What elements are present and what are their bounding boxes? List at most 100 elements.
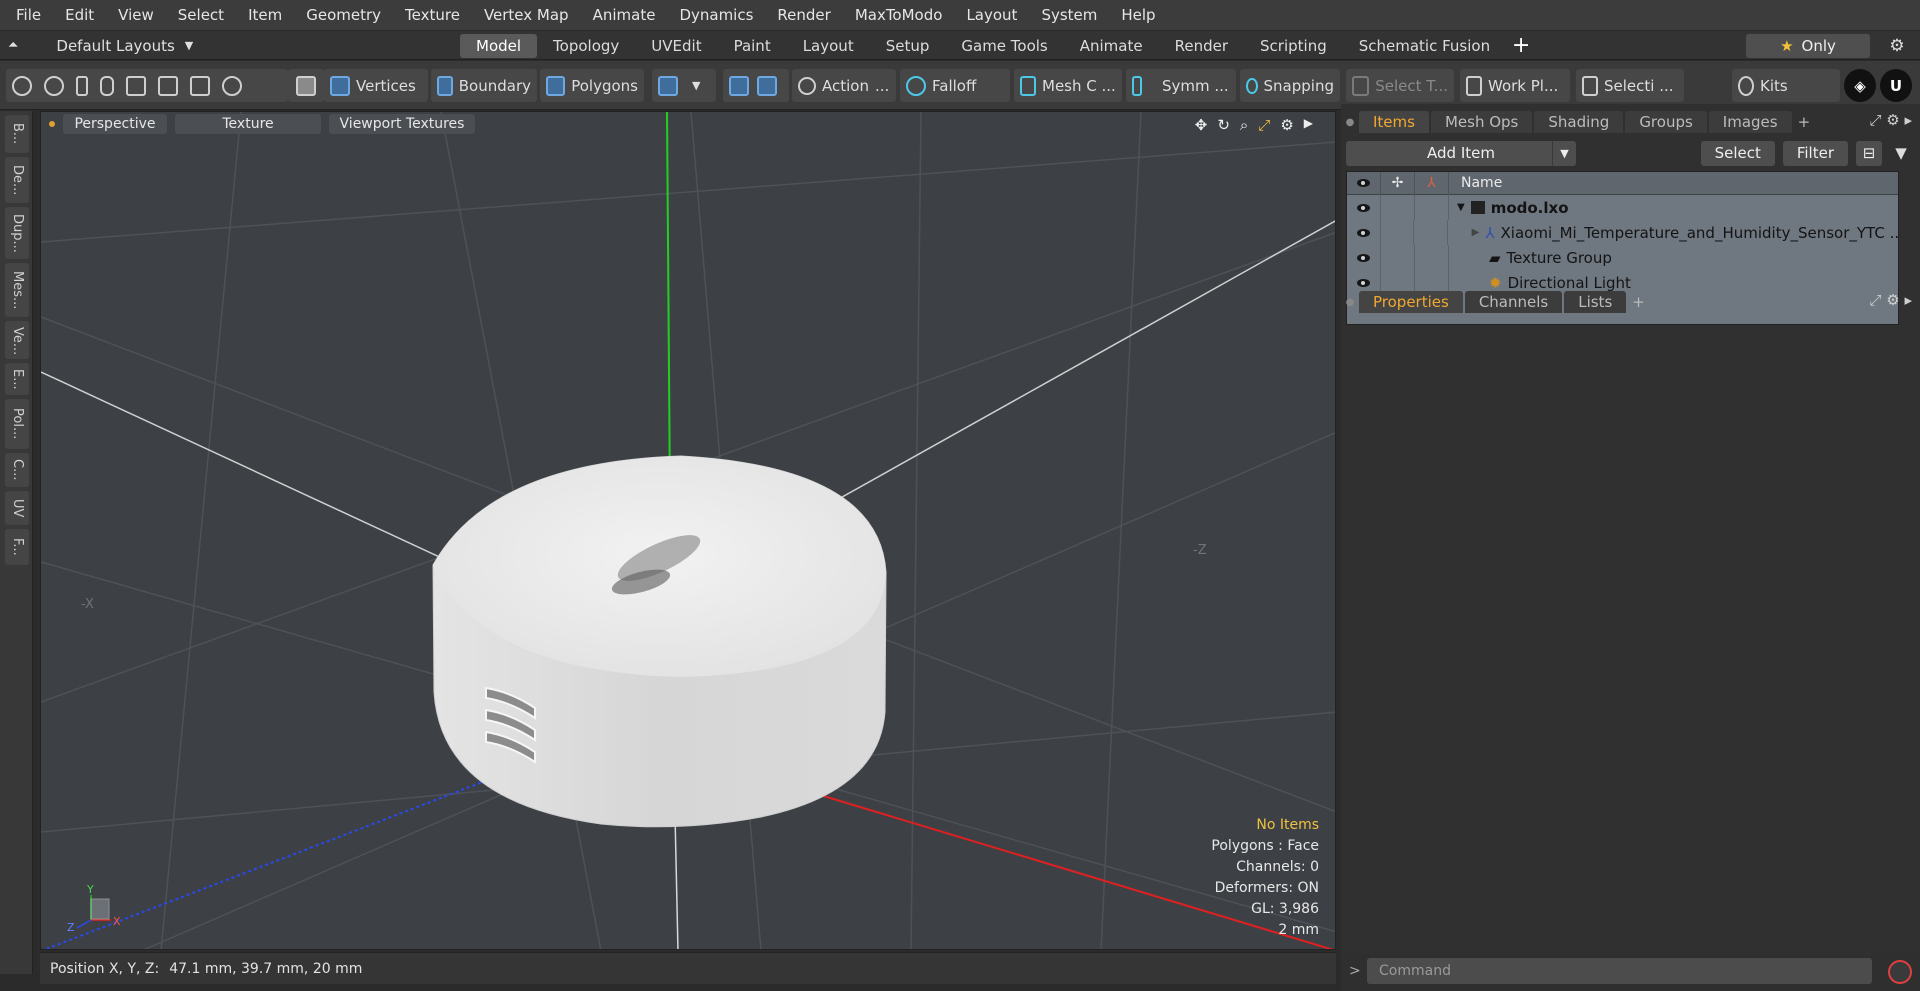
material-mode-button[interactable]: ▼ bbox=[652, 69, 716, 102]
pen-icon[interactable] bbox=[76, 75, 88, 96]
left-tab-deform[interactable]: De... bbox=[5, 157, 29, 203]
collapse-icon[interactable]: ⊟ bbox=[1856, 140, 1882, 166]
left-tab-uv[interactable]: UV bbox=[5, 491, 29, 525]
kits-button[interactable]: Kits bbox=[1732, 69, 1840, 102]
panel-expand-gear-icon[interactable]: ⤢ ⚙ ▸ bbox=[1869, 111, 1912, 129]
tree-row-texture-group[interactable]: ▰ Texture Group bbox=[1347, 245, 1898, 270]
menu-edit[interactable]: Edit bbox=[53, 0, 106, 31]
left-tab-polygon[interactable]: Pol... bbox=[5, 399, 29, 449]
menu-geometry[interactable]: Geometry bbox=[294, 0, 393, 31]
zoom-icon[interactable]: ⌕ bbox=[1240, 116, 1248, 134]
shield-icon[interactable] bbox=[729, 75, 749, 96]
add-tab-plus-icon[interactable]: + bbox=[1506, 34, 1536, 58]
falloff-button[interactable]: Falloff bbox=[900, 69, 1010, 102]
menu-texture[interactable]: Texture bbox=[393, 0, 472, 31]
tab-model[interactable]: Model bbox=[460, 34, 538, 58]
menu-animate[interactable]: Animate bbox=[581, 0, 668, 31]
menu-render[interactable]: Render bbox=[765, 0, 842, 31]
maximize-icon[interactable]: ⤢ bbox=[1258, 116, 1270, 134]
command-input[interactable]: Command bbox=[1367, 958, 1872, 984]
pan-icon[interactable]: ✥ bbox=[1195, 116, 1208, 134]
item-mode-button[interactable] bbox=[288, 69, 324, 102]
tab-uvedit[interactable]: UVEdit bbox=[635, 34, 717, 58]
visibility-eye-icon[interactable] bbox=[1347, 195, 1381, 220]
tab-game-tools[interactable]: Game Tools bbox=[945, 34, 1063, 58]
tab-lists[interactable]: Lists bbox=[1564, 291, 1627, 313]
tab-schematic-fusion[interactable]: Schematic Fusion bbox=[1343, 34, 1506, 58]
vertices-button[interactable]: Vertices bbox=[324, 69, 428, 102]
viewport-gear-icon[interactable]: ⚙ bbox=[1280, 116, 1293, 134]
expand-arrow-icon[interactable]: ▼ bbox=[1457, 202, 1465, 213]
visibility-column-icon[interactable] bbox=[1347, 171, 1381, 195]
axis-column-icon[interactable]: ⅄ bbox=[1415, 171, 1449, 195]
grid-icon[interactable] bbox=[158, 75, 178, 96]
menu-file[interactable]: File bbox=[0, 0, 53, 31]
workplane-button[interactable]: Work Pl... bbox=[1460, 69, 1570, 102]
left-tab-vertex[interactable]: Ve... bbox=[5, 321, 29, 359]
panel-dot-icon[interactable]: ● bbox=[1341, 297, 1359, 308]
menu-help[interactable]: Help bbox=[1109, 0, 1167, 31]
tab-properties[interactable]: Properties bbox=[1359, 291, 1463, 313]
chevron-down-icon[interactable]: ▼ bbox=[1552, 140, 1576, 166]
tab-animate[interactable]: Animate bbox=[1064, 34, 1159, 58]
left-tab-duplicate[interactable]: Dup... bbox=[5, 207, 29, 259]
layout-selector[interactable]: ⏶ Default Layouts ▼ bbox=[8, 31, 193, 60]
unity-icon[interactable]: ◈ bbox=[1844, 69, 1876, 102]
mesh-constraints-button[interactable]: Mesh C ... bbox=[1014, 69, 1122, 102]
add-item-button[interactable]: Add Item ▼ bbox=[1346, 140, 1576, 166]
polygons-button[interactable]: Polygons bbox=[540, 69, 644, 102]
loop-icon[interactable] bbox=[190, 75, 210, 96]
3d-viewport[interactable]: -Z -X Y X Z Perspective Texture Viewport… bbox=[40, 111, 1336, 950]
visibility-eye-icon[interactable] bbox=[1347, 220, 1381, 245]
select-button[interactable]: Select bbox=[1700, 140, 1775, 166]
menu-layout[interactable]: Layout bbox=[954, 0, 1029, 31]
viewport-options-dot[interactable] bbox=[49, 121, 55, 127]
panel-expand-gear-icon[interactable]: ⤢ ⚙ ▸ bbox=[1869, 291, 1912, 309]
menu-vertex-map[interactable]: Vertex Map bbox=[472, 0, 581, 31]
tab-shading[interactable]: Shading bbox=[1534, 111, 1624, 133]
funnel-icon[interactable]: ▼ bbox=[1890, 144, 1912, 162]
visibility-eye-icon[interactable] bbox=[1347, 245, 1381, 270]
tab-layout[interactable]: Layout bbox=[787, 34, 870, 58]
menu-select[interactable]: Select bbox=[166, 0, 236, 31]
add-panel-tab-icon[interactable]: + bbox=[1798, 113, 1811, 131]
name-column-header[interactable]: Name bbox=[1449, 175, 1502, 191]
action-center-button[interactable]: Action ... bbox=[792, 69, 896, 102]
select-through-button[interactable]: Select T... bbox=[1346, 69, 1454, 102]
tab-channels[interactable]: Channels bbox=[1464, 291, 1563, 313]
tab-setup[interactable]: Setup bbox=[870, 34, 946, 58]
view-type-button[interactable]: Perspective bbox=[63, 114, 167, 134]
expand-arrow-icon[interactable]: ▶ bbox=[1472, 227, 1480, 238]
tab-items[interactable]: Items bbox=[1359, 111, 1429, 133]
only-toggle[interactable]: ★ Only bbox=[1746, 34, 1870, 58]
menu-item[interactable]: Item bbox=[236, 0, 294, 31]
selection-sets-button[interactable]: Selecti ... bbox=[1576, 69, 1684, 102]
filter-button[interactable]: Filter bbox=[1782, 140, 1848, 166]
circle-select-icon[interactable] bbox=[12, 75, 32, 96]
tab-images[interactable]: Images bbox=[1708, 111, 1792, 133]
tab-scripting[interactable]: Scripting bbox=[1244, 34, 1343, 58]
tab-groups[interactable]: Groups bbox=[1625, 111, 1707, 133]
menu-system[interactable]: System bbox=[1029, 0, 1109, 31]
left-tab-curve[interactable]: C... bbox=[5, 453, 29, 487]
globe-icon[interactable] bbox=[44, 75, 64, 96]
viewport-textures-button[interactable]: Viewport Textures bbox=[329, 114, 475, 134]
lock-column-icon[interactable]: ✢ bbox=[1381, 171, 1415, 195]
symmetry-button[interactable]: Symm ... bbox=[1126, 69, 1236, 102]
tab-render[interactable]: Render bbox=[1159, 34, 1244, 58]
left-tab-mesh-edit[interactable]: Mes... bbox=[5, 263, 29, 317]
menu-maxtomodo[interactable]: MaxToModo bbox=[843, 0, 955, 31]
tab-mesh-ops[interactable]: Mesh Ops bbox=[1430, 111, 1533, 133]
add-panel-tab-icon[interactable]: + bbox=[1632, 293, 1645, 311]
tree-row-mesh[interactable]: ▶ ⅄ Xiaomi_Mi_Temperature_and_Humidity_S… bbox=[1347, 220, 1898, 245]
rotate-icon[interactable]: ↻ bbox=[1217, 116, 1230, 134]
bridge-icon[interactable] bbox=[126, 75, 146, 96]
left-tab-basic[interactable]: B... bbox=[5, 115, 29, 153]
record-icon[interactable] bbox=[1888, 960, 1912, 984]
snapping-button[interactable]: Snapping bbox=[1240, 69, 1340, 102]
collapse-up-icon[interactable]: ⏶ bbox=[8, 38, 18, 53]
tab-paint[interactable]: Paint bbox=[718, 34, 787, 58]
shield-plus-icon[interactable] bbox=[757, 75, 777, 96]
tab-topology[interactable]: Topology bbox=[537, 34, 635, 58]
left-tab-fusion[interactable]: F... bbox=[5, 529, 29, 565]
